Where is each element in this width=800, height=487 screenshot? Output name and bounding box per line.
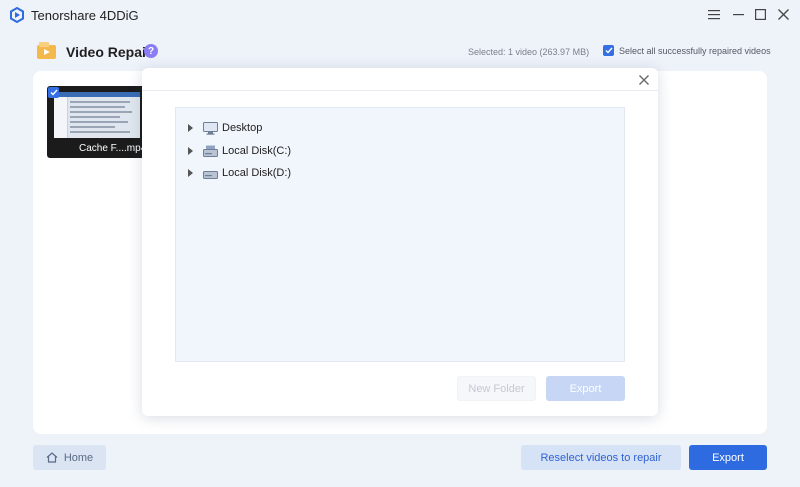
app-title: Tenorshare 4DDiG [31, 8, 139, 23]
folder-tree: Desktop Local Disk(C:) Local Disk(D:) [175, 107, 625, 362]
monitor-icon [202, 121, 218, 135]
close-icon [639, 75, 649, 85]
drive-icon [202, 145, 218, 157]
reselect-videos-button[interactable]: Reselect videos to repair [521, 445, 681, 470]
title-bar: Tenorshare 4DDiG [0, 0, 800, 30]
select-all-label: Select all successfully repaired videos [619, 45, 771, 56]
home-button[interactable]: Home [33, 445, 106, 470]
page-title: Video Repair [66, 44, 152, 60]
help-button[interactable]: ? [144, 44, 158, 58]
video-checkbox[interactable] [48, 87, 59, 98]
maximize-button[interactable] [750, 5, 770, 23]
checkbox-checked-icon [50, 89, 58, 96]
video-repair-icon [37, 42, 56, 59]
expand-arrow-icon[interactable] [188, 147, 194, 155]
tree-item-label: Local Disk(C:) [222, 145, 292, 157]
checkbox-checked-icon [603, 45, 614, 56]
home-button-label: Home [63, 451, 94, 464]
minimize-button[interactable] [728, 5, 748, 23]
expand-arrow-icon[interactable] [188, 124, 194, 132]
tree-item-label: Desktop [222, 122, 263, 134]
export-button[interactable]: Export [689, 445, 767, 470]
dialog-close-button[interactable] [637, 73, 651, 87]
export-location-dialog: Desktop Local Disk(C:) Local Disk(D:) Ne… [142, 68, 658, 416]
tree-item-local-disk-d[interactable]: Local Disk(D:) [188, 164, 291, 182]
dialog-divider [142, 90, 658, 91]
video-name: Cache F....mp4 [79, 143, 147, 154]
menu-icon [708, 9, 720, 19]
expand-arrow-icon[interactable] [188, 169, 194, 177]
tree-item-local-disk-c[interactable]: Local Disk(C:) [188, 142, 291, 160]
select-all-checkbox[interactable]: Select all successfully repaired videos [603, 45, 771, 56]
dialog-export-button[interactable]: Export [546, 376, 625, 401]
video-thumbnail [54, 92, 140, 138]
minimize-icon [732, 13, 744, 15]
tree-item-label: Local Disk(D:) [222, 167, 292, 179]
close-icon [777, 8, 789, 20]
selected-info: Selected: 1 video (263.97 MB) [468, 47, 590, 57]
drive-icon [202, 171, 218, 179]
menu-button[interactable] [704, 5, 724, 23]
home-icon [46, 452, 58, 463]
close-window-button[interactable] [773, 5, 793, 23]
tree-item-desktop[interactable]: Desktop [188, 119, 262, 137]
app-logo-icon [10, 7, 24, 23]
maximize-icon [754, 8, 766, 20]
new-folder-button[interactable]: New Folder [457, 376, 536, 401]
